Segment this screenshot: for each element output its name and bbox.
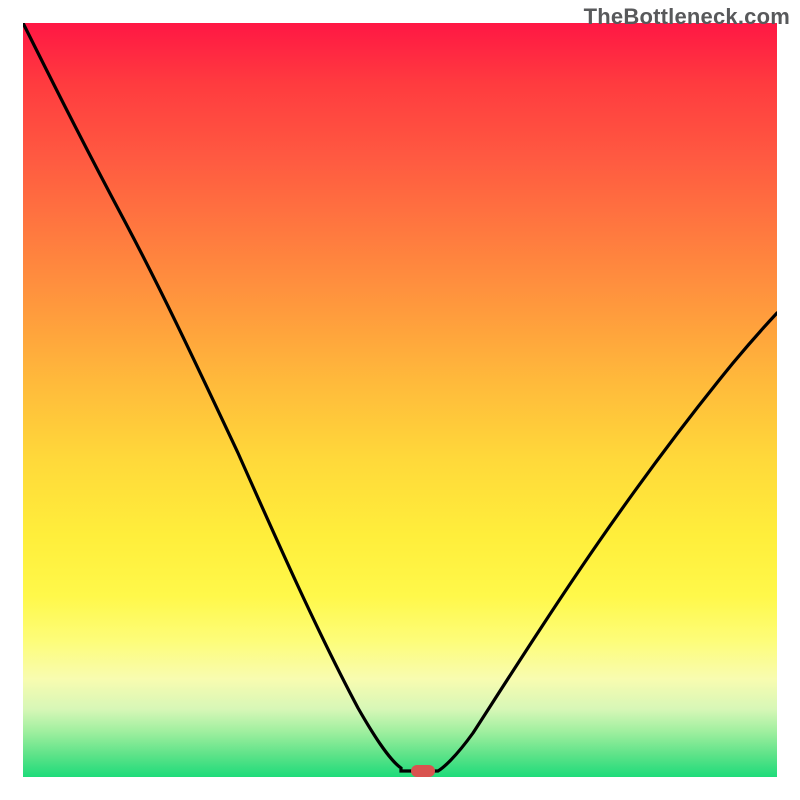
curve-svg — [23, 23, 777, 777]
watermark-text: TheBottleneck.com — [584, 4, 790, 30]
curve-path — [23, 23, 777, 771]
marker-pill — [411, 765, 435, 777]
chart-frame: TheBottleneck.com — [0, 0, 800, 800]
plot-area — [23, 23, 777, 777]
